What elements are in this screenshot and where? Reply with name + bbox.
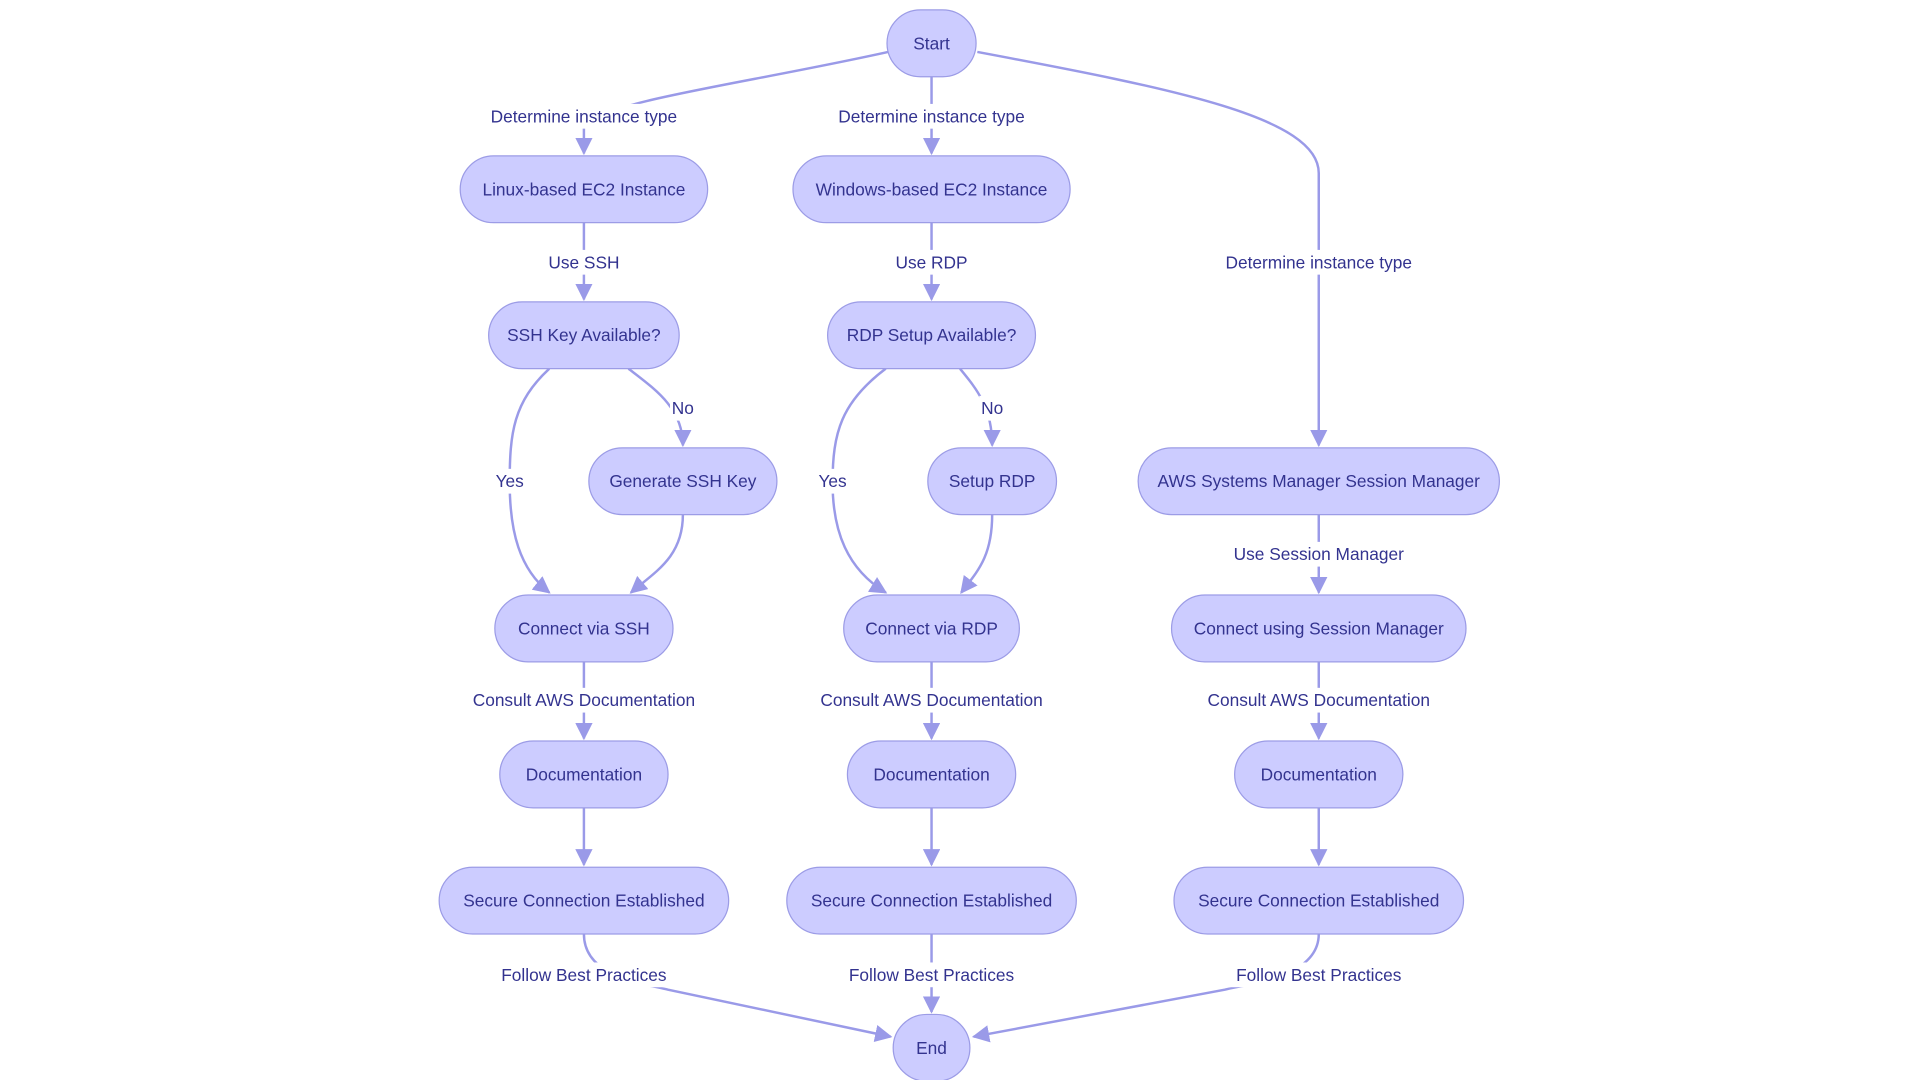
edge-arrow: [960, 514, 994, 594]
node-sec2[interactable]: Secure Connection Established: [786, 866, 1077, 935]
flowchart: Determine instance type Determine instanc…: [438, 9, 1500, 1080]
node-conn-rdp[interactable]: Connect via RDP: [843, 594, 1021, 663]
edge-label: No: [981, 398, 1003, 418]
edge-label: Consult AWS Documentation: [820, 690, 1042, 710]
edge-label: Use SSH: [548, 252, 619, 272]
node-ssh-q[interactable]: SSH Key Available?: [488, 301, 680, 370]
node-label: Secure Connection Established: [463, 891, 704, 911]
node-sec1[interactable]: Secure Connection Established: [438, 866, 730, 935]
edge-label: Use RDP: [895, 252, 967, 272]
node-label: Windows-based EC2 Instance: [816, 179, 1048, 199]
edge-arrow: [575, 50, 889, 156]
node-label: Connect using Session Manager: [1194, 618, 1444, 638]
edge-link-9: [629, 514, 685, 594]
node-end[interactable]: End: [892, 1013, 971, 1080]
node-doc1[interactable]: Documentation: [499, 740, 669, 809]
node-label: AWS Systems Manager Session Manager: [1158, 471, 1481, 491]
node-sec3[interactable]: Secure Connection Established: [1173, 866, 1465, 935]
edge-label: Follow Best Practices: [1236, 965, 1402, 985]
node-label: Documentation: [873, 764, 989, 784]
node-label: Generate SSH Key: [609, 471, 756, 491]
edge-label: Use Session Manager: [1234, 544, 1404, 564]
node-label: Linux-based EC2 Instance: [482, 179, 685, 199]
edge-label: Consult AWS Documentation: [1208, 690, 1430, 710]
edge-link-10: [960, 514, 994, 594]
edge-start-linux: [575, 50, 889, 156]
node-linux[interactable]: Linux-based EC2 Instance: [459, 155, 709, 224]
node-windows[interactable]: Windows-based EC2 Instance: [792, 155, 1071, 224]
node-start[interactable]: Start: [886, 9, 977, 78]
node-rdp-q[interactable]: RDP Setup Available?: [827, 301, 1037, 370]
edge-label: No: [672, 398, 694, 418]
edge-label: Yes: [818, 471, 847, 491]
node-label: End: [916, 1038, 947, 1058]
edge-arrow: [629, 514, 685, 594]
node-label: RDP Setup Available?: [847, 325, 1017, 345]
node-label: Connect via SSH: [518, 618, 650, 638]
node-label: SSH Key Available?: [507, 325, 661, 345]
edge-label: Determine instance type: [838, 106, 1025, 126]
edge-label: Follow Best Practices: [501, 965, 667, 985]
node-setup-rdp[interactable]: Setup RDP: [927, 447, 1058, 516]
node-label: Documentation: [526, 764, 642, 784]
node-doc3[interactable]: Documentation: [1234, 740, 1404, 809]
node-label: Secure Connection Established: [811, 891, 1052, 911]
node-label: Connect via RDP: [865, 618, 998, 638]
edge-label: Determine instance type: [1225, 252, 1412, 272]
node-conn-ssh[interactable]: Connect via SSH: [494, 594, 674, 663]
node-label: Setup RDP: [949, 471, 1036, 491]
edge-label: Follow Best Practices: [849, 965, 1015, 985]
edge-label: Consult AWS Documentation: [473, 690, 695, 710]
node-doc2[interactable]: Documentation: [846, 740, 1017, 809]
edge-label: Yes: [496, 471, 525, 491]
node-label: Secure Connection Established: [1198, 891, 1439, 911]
edge-label: Determine instance type: [491, 106, 678, 126]
node-label: Documentation: [1261, 764, 1377, 784]
node-label: Start: [913, 33, 950, 53]
node-gen-ssh[interactable]: Generate SSH Key: [588, 447, 778, 516]
node-ssm[interactable]: AWS Systems Manager Session Manager: [1137, 447, 1500, 516]
node-conn-ssm[interactable]: Connect using Session Manager: [1170, 594, 1467, 663]
